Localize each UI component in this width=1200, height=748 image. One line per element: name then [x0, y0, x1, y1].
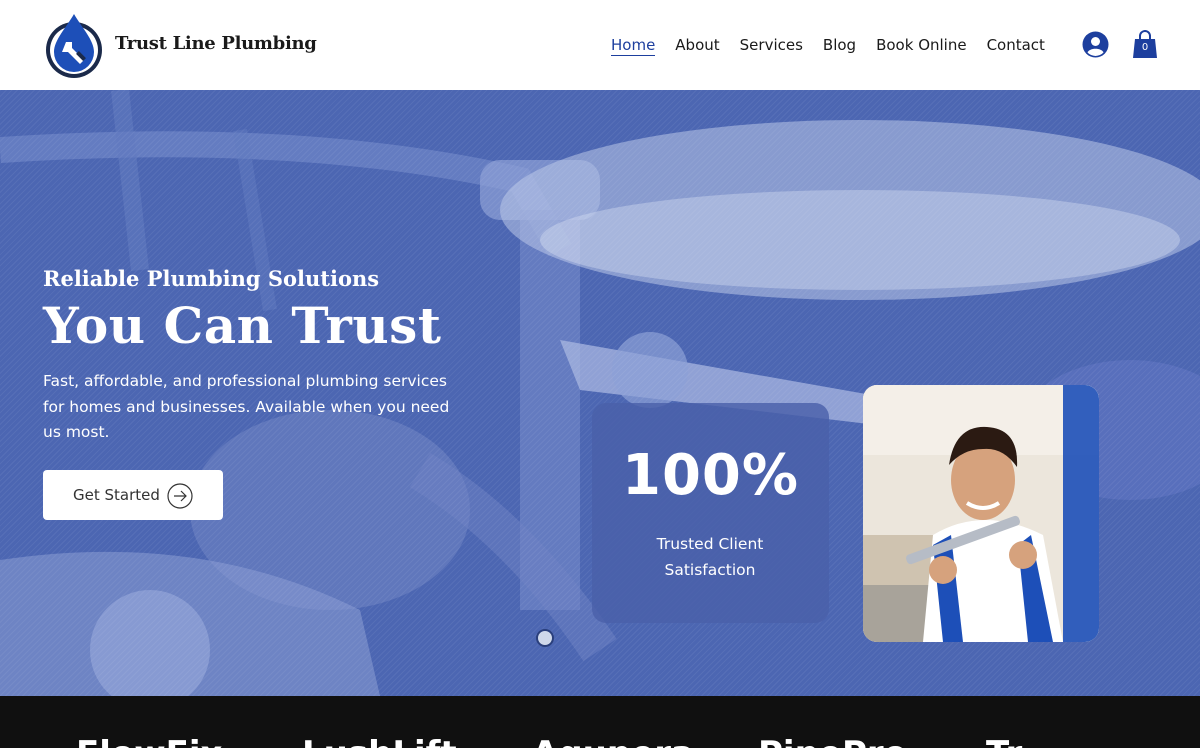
nav-blog[interactable]: Blog	[823, 36, 856, 56]
brand-logo-3: Aqupera	[532, 734, 694, 748]
brand-logo-1: FlowFix	[76, 734, 222, 748]
plumber-photo	[863, 385, 1099, 642]
brand-logo-4: PipePro	[758, 734, 907, 748]
logo-icon[interactable]	[42, 10, 106, 80]
stat-label: Trusted Client Satisfaction	[656, 535, 764, 579]
user-circle-icon[interactable]	[1082, 31, 1109, 58]
arrow-right-circle-icon	[167, 483, 193, 509]
brand-logo-2: LushLift	[302, 734, 457, 748]
stat-card: 100% Trusted Client Satisfaction	[592, 403, 829, 623]
hero-description: Fast, affordable, and professional plumb…	[43, 372, 450, 441]
nav-contact[interactable]: Contact	[987, 36, 1045, 56]
slider-dot[interactable]	[536, 629, 554, 647]
hero-section: Reliable Plumbing Solutions You Can Trus…	[0, 90, 1200, 696]
nav-services[interactable]: Services	[740, 36, 803, 56]
brand-logo-5: Tr	[986, 734, 1022, 748]
plumber-image	[863, 385, 1099, 642]
nav-home[interactable]: Home	[611, 36, 656, 56]
brand-name[interactable]: Trust Line Plumbing	[115, 33, 317, 54]
brand-strip: FlowFix LushLift Aqupera PipePro Tr	[0, 696, 1200, 748]
stat-value: 100%	[621, 443, 799, 508]
get-started-button[interactable]: Get Started	[43, 470, 223, 520]
hero-subtitle: Reliable Plumbing Solutions	[43, 266, 380, 291]
hero-title: You Can Trust	[43, 296, 442, 355]
nav-book-online[interactable]: Book Online	[876, 36, 966, 56]
site-header: Trust Line Plumbing Home About Services …	[0, 0, 1200, 90]
nav-about[interactable]: About	[675, 36, 719, 56]
main-nav: Home About Services Blog Book Online Con…	[611, 36, 1045, 56]
cart-count: 0	[1141, 42, 1149, 53]
get-started-label: Get Started	[73, 486, 160, 504]
